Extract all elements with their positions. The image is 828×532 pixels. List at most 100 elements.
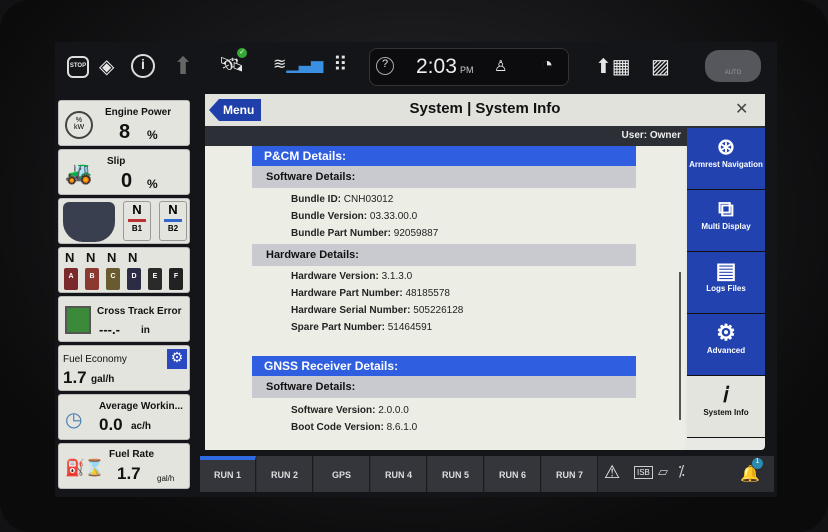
remote-valve-c[interactable]: C	[106, 268, 120, 290]
nav-label: Advanced	[706, 346, 746, 355]
auto-steer-button[interactable]: AUTO	[705, 50, 761, 82]
info-row: Bundle Version: 03.33.00.0	[291, 211, 417, 222]
tab-run-1[interactable]: RUN 1	[200, 456, 256, 492]
tractor-icon: 🚜	[65, 160, 93, 185]
tile-unit: ac/h	[131, 421, 152, 432]
nav-logs[interactable]: ▤ Logs Files	[687, 252, 765, 314]
page-title: System | System Info	[409, 100, 561, 117]
hardware-subheader: Hardware Details:	[252, 244, 636, 266]
implement-icon[interactable]: ▱	[658, 464, 668, 480]
guidance-map-icon	[65, 306, 91, 334]
nav-gears[interactable]: ⚙ Advanced	[687, 314, 765, 376]
remote-valve-e[interactable]: E	[148, 268, 162, 290]
info-icon[interactable]: i	[131, 54, 155, 78]
info-key: Software Version:	[291, 405, 376, 416]
tile-remotes[interactable]: NNNNABCDEF	[58, 247, 190, 293]
info-row: Bundle ID: CNH03012	[291, 194, 393, 205]
nav-armrest[interactable]: ⊛ Armrest Navigation	[687, 128, 765, 190]
hitch-b1[interactable]: N B1	[123, 201, 151, 241]
b2-state: N	[168, 202, 178, 217]
gear-icon[interactable]: ⚙	[167, 349, 187, 369]
satellite-icon[interactable]: 🛰 ✓	[219, 48, 247, 77]
logs-icon: ▤	[715, 258, 737, 283]
nav-label: Armrest Navigation	[689, 160, 763, 169]
grid-menu-icon[interactable]: ⠿	[333, 52, 348, 77]
remote-valve-b[interactable]: B	[85, 268, 99, 290]
speedometer-icon[interactable]: ◔	[541, 54, 553, 77]
nav-multi-display[interactable]: ⧉ Multi Display	[687, 190, 765, 252]
tile-slip[interactable]: 🚜 Slip 0 %	[58, 149, 190, 195]
remote-state: N	[128, 250, 138, 265]
close-button[interactable]: ✕	[735, 99, 748, 119]
clock-panel: ? 2:03 PM ♙	[369, 48, 569, 86]
remote-valve-a[interactable]: A	[64, 268, 78, 290]
tile-unit: %	[147, 128, 158, 142]
up-arrow-icon[interactable]: ⬆	[173, 52, 193, 81]
tab-run-2[interactable]: RUN 2	[257, 456, 313, 492]
nav-label: System Info	[703, 408, 749, 417]
hitch-b2[interactable]: N B2	[159, 201, 187, 241]
nav-info[interactable]: 𝑖 System Info	[687, 376, 765, 438]
tab-run-4[interactable]: RUN 4	[371, 456, 427, 492]
nav-label: Multi Display	[701, 222, 751, 231]
fuel-pump-icon: ⛽⌛	[65, 460, 105, 477]
tab-gps[interactable]: GPS	[314, 456, 370, 492]
gnss-software-subheader: Software Details:	[252, 376, 636, 398]
tab-run-7[interactable]: RUN 7	[542, 456, 598, 492]
tile-unit: gal/h	[157, 474, 175, 483]
info-value: 2.0.0.0	[378, 405, 409, 416]
work-rate-icon: ◷	[65, 409, 83, 431]
tile-value: 0	[121, 170, 133, 192]
warning-icon[interactable]: ◈	[99, 54, 114, 79]
info-row: Hardware Version: 3.1.3.0	[291, 271, 412, 282]
tile-label: Fuel Rate	[109, 449, 155, 460]
tab-run-6[interactable]: RUN 6	[485, 456, 541, 492]
tile-hitch[interactable]: N B1 N B2	[58, 198, 190, 244]
system-info-panel: Menu System | System Info ✕ User: Owner …	[205, 94, 765, 450]
rate-up-icon[interactable]: ⬆▦	[595, 54, 631, 79]
tile-value: 8	[119, 121, 131, 143]
tile-label: Fuel Economy	[63, 354, 127, 365]
remote-state: N	[107, 250, 117, 265]
tile-label: Slip	[107, 156, 126, 167]
tab-run-5[interactable]: RUN 5	[428, 456, 484, 492]
pcm-section-header: P&CM Details:	[252, 146, 636, 166]
field-icon[interactable]: ▨	[651, 54, 670, 79]
clock-time: 2:03	[416, 55, 457, 78]
remote-valve-d[interactable]: D	[127, 268, 141, 290]
info-value: 48185578	[405, 288, 450, 299]
info-key: Hardware Version:	[291, 271, 379, 282]
info-row: Software Version: 2.0.0.0	[291, 405, 409, 416]
gears-icon: ⚙	[716, 320, 736, 345]
scrollbar[interactable]	[679, 272, 681, 420]
tile-cross-track[interactable]: Cross Track Error ---.- in	[58, 296, 190, 342]
multi-display-icon: ⧉	[718, 196, 734, 221]
b1-bar	[128, 219, 146, 222]
stop-icon[interactable]: STOP	[67, 56, 89, 78]
help-icon[interactable]: ?	[376, 57, 394, 75]
info-value: CNH03012	[343, 194, 394, 205]
tile-value: 0.0	[99, 415, 123, 434]
auto-label: AUTO	[724, 70, 742, 76]
remote-valve-f[interactable]: F	[169, 268, 183, 290]
b1-state: N	[132, 202, 142, 217]
info-row: Boot Code Version: 8.6.1.0	[291, 422, 417, 433]
wifi-icon[interactable]: ≋▁▃▅	[273, 54, 323, 74]
remote-state: N	[65, 250, 75, 265]
isb-icon[interactable]: ISB	[634, 466, 653, 479]
user-indicator: User: Owner	[205, 126, 765, 146]
tile-value: ---.-	[99, 322, 120, 337]
warning-road-icon[interactable]: ⚠	[604, 462, 620, 483]
info-content[interactable]: P&CM Details: Software Details: Bundle I…	[205, 146, 685, 450]
info-icon: 𝑖	[723, 382, 729, 407]
b2-bar	[164, 219, 182, 222]
tile-average-working[interactable]: ◷ Average Workin... 0.0 ac/h	[58, 394, 190, 440]
screen: STOP ◈ i ⬆ 🛰 ✓ ≋▁▃▅ ⠿ ? 2:03 PM ♙ ◔ ⬆▦ ▨ …	[55, 42, 777, 497]
tile-unit: %	[147, 177, 158, 191]
tile-fuel-economy[interactable]: Fuel Economy ⚙ 1.7 gal/h	[58, 345, 190, 391]
tile-fuel-rate[interactable]: ⛽⌛ Fuel Rate 1.7 gal/h	[58, 443, 190, 489]
disabled-sensor-icon[interactable]: ⁒	[678, 462, 685, 480]
tile-engine-power[interactable]: % kW Engine Power 8 %	[58, 100, 190, 146]
user-icon[interactable]: ♙	[494, 57, 507, 75]
info-row: Bundle Part Number: 92059887	[291, 228, 438, 239]
